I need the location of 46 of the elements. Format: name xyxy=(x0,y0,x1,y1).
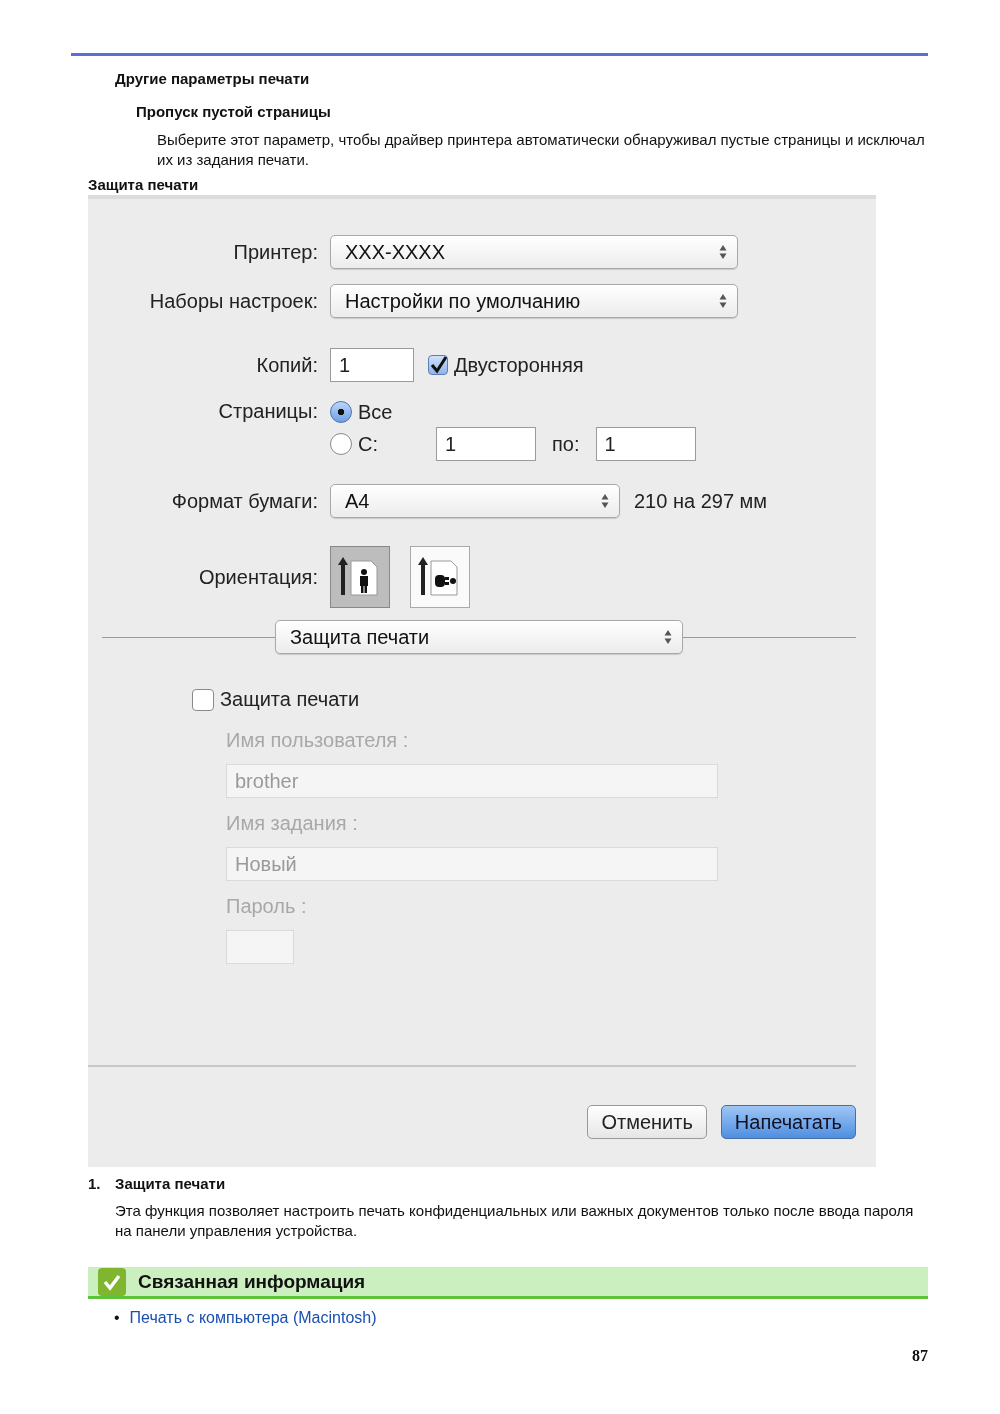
copies-field[interactable]: 1 xyxy=(330,348,414,382)
print-button[interactable]: Напечатать xyxy=(720,1105,856,1139)
checkbox-label: Двусторонняя xyxy=(454,353,584,377)
landscape-orientation-button[interactable] xyxy=(410,546,470,608)
field-label: Наборы настроек: xyxy=(149,289,318,312)
to-page-field[interactable]: 1 xyxy=(595,427,696,461)
up-down-arrows-icon xyxy=(664,629,672,645)
related-heading: Связанная информация xyxy=(138,1270,366,1293)
up-down-arrows-icon xyxy=(719,244,727,260)
checkbox-label: Защита печати xyxy=(220,688,360,711)
panel-popup[interactable]: Защита печати xyxy=(275,620,683,654)
from-page-field[interactable]: 1 xyxy=(436,427,536,461)
presets-popup[interactable]: Настройки по умолчанию xyxy=(330,284,738,318)
field-label: Страницы: xyxy=(218,400,318,422)
subsection-heading: Пропуск пустой страницы xyxy=(136,103,331,120)
page-number: 87 xyxy=(912,1347,928,1364)
field-label: Пароль : xyxy=(226,895,307,917)
up-down-arrows-icon xyxy=(719,293,727,309)
note-number: 1. xyxy=(88,1175,101,1192)
radio-label: Все xyxy=(358,400,393,424)
radio-button[interactable] xyxy=(330,433,352,455)
note-title: Защита печати xyxy=(115,1175,226,1192)
paper-dimensions: 210 на 297 мм xyxy=(634,489,768,513)
printer-popup[interactable]: XXX-XXXX xyxy=(330,235,738,269)
field-label: Формат бумаги: xyxy=(171,489,318,512)
bullet: • xyxy=(114,1309,120,1327)
up-down-arrows-icon xyxy=(601,493,609,509)
note-text: Эта функция позволяет настроить печать конфиденциальных или важных документов только после ввода пароля на панели управления устройства. xyxy=(115,1202,914,1239)
figure-title: Защита печати xyxy=(88,176,199,193)
paragraph: Выберите этот параметр, чтобы драйвер принтера автоматически обнаруживал пустые страницы и исключал их из задания печати. xyxy=(157,131,925,168)
checkbox[interactable] xyxy=(192,688,214,711)
cancel-button[interactable]: Отменить xyxy=(587,1105,707,1139)
checkmark-icon xyxy=(98,1267,126,1296)
portrait-orientation-button[interactable] xyxy=(330,546,390,608)
radio-button[interactable] xyxy=(330,401,352,423)
field-label: Имя задания : xyxy=(226,812,358,834)
paper-size-popup[interactable]: A4 xyxy=(330,484,620,518)
field-label: по: xyxy=(552,432,580,456)
field-label: Принтер: xyxy=(233,240,318,263)
related-link[interactable]: Печать с компьютера (Macintosh) xyxy=(129,1309,377,1327)
checkbox[interactable] xyxy=(428,355,448,375)
field-label: Копий: xyxy=(256,353,318,376)
field-label: Ориентация: xyxy=(198,565,318,588)
field-label: Имя пользователя : xyxy=(226,729,409,751)
radio-label: С: xyxy=(358,432,378,456)
section-heading: Другие параметры печати xyxy=(115,70,310,87)
